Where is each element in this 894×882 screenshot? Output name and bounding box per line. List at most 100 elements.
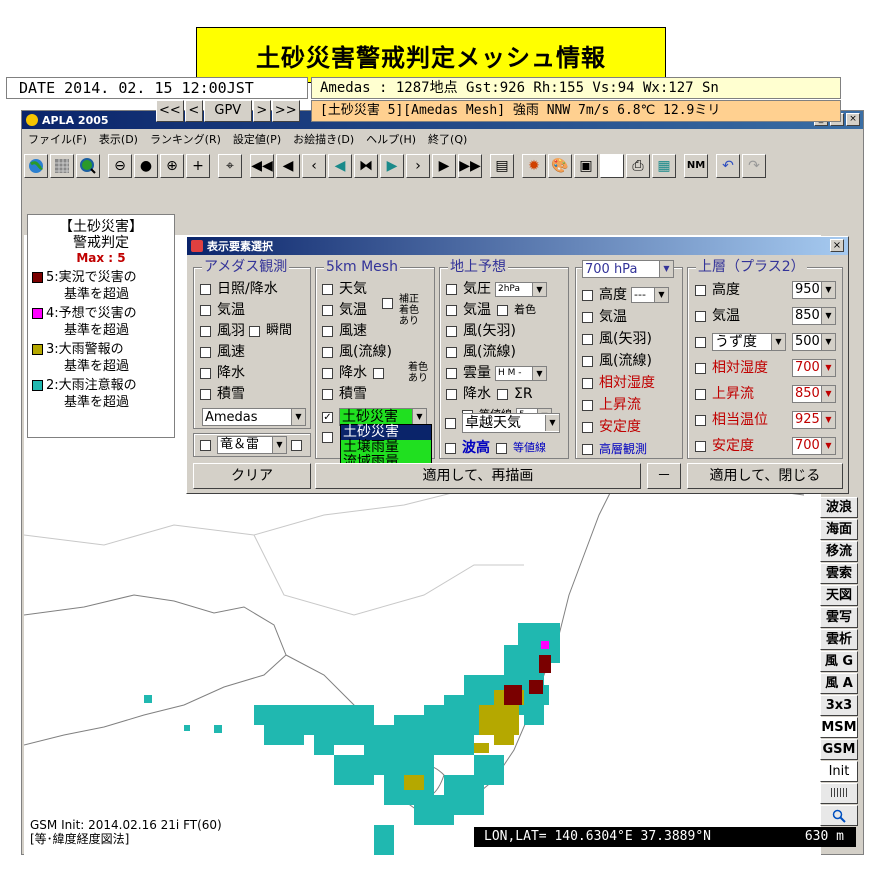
ground-pressure-checkbox[interactable]: 気圧 2hPa ▼	[446, 280, 547, 298]
sea-surface-button[interactable]: 海面	[820, 519, 858, 540]
mesh-correction-option[interactable]: 補正 着色 あり	[382, 294, 419, 327]
plus2-humidity-row[interactable]: 相対湿度 700 ▼	[695, 359, 836, 377]
gsm-button[interactable]: GSM	[820, 739, 858, 760]
plus2-vorticity-row[interactable]: うず度 ▼ 500 ▼	[695, 333, 836, 351]
cloud-search-button[interactable]: 雲索	[820, 563, 858, 584]
next-fast-icon[interactable]: ▶	[432, 154, 456, 178]
wave-button[interactable]: 波浪	[820, 497, 858, 518]
level-select[interactable]: 700 hPa ▼	[582, 260, 674, 278]
crosshair-icon[interactable]: ⌖	[218, 154, 242, 178]
amedas-sunshine-checkbox[interactable]: 日照/降水	[200, 280, 278, 298]
mesh-wind-stream-checkbox[interactable]: 風(流線)	[322, 343, 392, 361]
bars-button[interactable]: ||||||	[820, 783, 858, 804]
upper-stability-checkbox[interactable]: 安定度	[582, 418, 641, 436]
dropdown-option-soil-rain[interactable]: 土壌雨量	[341, 440, 431, 455]
close-button[interactable]: ×	[846, 113, 860, 126]
dropdown-option-sediment[interactable]: 土砂災害	[341, 425, 431, 440]
mesh-temp-checkbox[interactable]: 気温	[322, 301, 367, 319]
plus2-height-row[interactable]: 高度 950 ▼	[695, 281, 836, 299]
dialog-close-button[interactable]: ×	[830, 239, 844, 252]
menu-exit[interactable]: 終了(Q)	[422, 131, 473, 147]
ground-wind-barb-checkbox[interactable]: 風(矢羽)	[446, 322, 516, 340]
next-icon[interactable]: ›	[406, 154, 430, 178]
amedas-select[interactable]: Amedas ▼	[202, 408, 306, 426]
center-icon[interactable]: ⧓	[354, 154, 378, 178]
advection-button[interactable]: 移流	[820, 541, 858, 562]
last-icon[interactable]: ▶▶	[458, 154, 482, 178]
wind-a-button[interactable]: 風 A	[820, 673, 858, 694]
wind-g-button[interactable]: 風 G	[820, 651, 858, 672]
plus2-theta-row[interactable]: 相当温位 925 ▼	[695, 411, 836, 429]
prev-fast-icon[interactable]: ◀	[276, 154, 300, 178]
prev-icon[interactable]: ‹	[302, 154, 326, 178]
step-forward-icon[interactable]: ▶	[380, 154, 404, 178]
redo-icon[interactable]: ↷	[742, 154, 766, 178]
menu-view[interactable]: 表示(D)	[93, 131, 144, 147]
plus-icon[interactable]: +	[186, 154, 210, 178]
nm-icon[interactable]: NM	[684, 154, 708, 178]
settings-icon[interactable]: ✹	[522, 154, 546, 178]
amedas-precip-checkbox[interactable]: 降水	[200, 364, 245, 382]
apply-close-button[interactable]: 適用して、閉じる	[687, 463, 843, 489]
menu-drawing[interactable]: お絵描き(D)	[287, 131, 360, 147]
image-icon[interactable]: ▦	[652, 154, 676, 178]
amedas-wind-barb-checkbox[interactable]: 風羽 瞬間	[200, 322, 292, 340]
mesh-wind-speed-checkbox[interactable]: 風速	[322, 322, 367, 340]
minus-button[interactable]: －	[647, 463, 681, 489]
amedas-wind-speed-checkbox[interactable]: 風速	[200, 343, 245, 361]
minus-circle-icon[interactable]: ●	[134, 154, 158, 178]
grid-icon[interactable]	[50, 154, 74, 178]
cloud-analysis-button[interactable]: 雲析	[820, 629, 858, 650]
plus2-stability-row[interactable]: 安定度 700 ▼	[695, 437, 836, 455]
cloud-image-button[interactable]: 雲写	[820, 607, 858, 628]
palette-icon[interactable]: 🎨	[548, 154, 572, 178]
blank-icon[interactable]	[600, 154, 624, 178]
menu-file[interactable]: ファイル(F)	[22, 131, 93, 147]
zoom-out-icon[interactable]: ⊖	[108, 154, 132, 178]
search-globe-icon[interactable]	[76, 154, 100, 178]
apply-redraw-button[interactable]: 適用して、再描画	[315, 463, 641, 489]
msm-button[interactable]: MSM	[820, 717, 858, 738]
dialog-titlebar[interactable]: 表示要素選択	[187, 237, 848, 255]
menu-settings[interactable]: 設定値(P)	[227, 131, 287, 147]
init-button[interactable]: Init	[820, 761, 858, 782]
globe-icon[interactable]	[24, 154, 48, 178]
ground-temp-checkbox[interactable]: 気温 着色	[446, 301, 536, 319]
upper-temp-checkbox[interactable]: 気温	[582, 308, 627, 326]
upper-wind-barb-checkbox[interactable]: 風(矢羽)	[582, 330, 652, 348]
save-icon[interactable]: ▣	[574, 154, 598, 178]
weather-chart-button[interactable]: 天図	[820, 585, 858, 606]
upper-wind-stream-checkbox[interactable]: 風(流線)	[582, 352, 652, 370]
nav-first-button[interactable]: <<	[156, 100, 184, 122]
nav-last-button[interactable]: >>	[271, 100, 300, 122]
ground-precip-checkbox[interactable]: 降水 ΣR	[446, 385, 533, 403]
list-icon[interactable]: ▤	[490, 154, 514, 178]
menu-help[interactable]: ヘルプ(H)	[360, 131, 422, 147]
plus-circle-icon[interactable]: ⊕	[160, 154, 184, 178]
model-select[interactable]: GPV	[203, 100, 252, 122]
mesh-snow-checkbox[interactable]: 積雪	[322, 385, 367, 403]
grid-3x3-button[interactable]: 3x3	[820, 695, 858, 716]
lightning-checkbox[interactable]: 竜＆雷 ▼	[200, 436, 308, 454]
nav-prev-button[interactable]: <	[184, 100, 203, 122]
first-icon[interactable]: ◀◀	[250, 154, 274, 178]
plus2-temp-row[interactable]: 気温 850 ▼	[695, 307, 836, 325]
upper-obs-checkbox[interactable]: 高層観測	[582, 440, 647, 458]
mesh-precip-checkbox[interactable]: 降水	[322, 364, 390, 382]
nav-next-button[interactable]: >	[252, 100, 271, 122]
upper-humidity-checkbox[interactable]: 相対湿度	[582, 374, 655, 392]
menu-ranking[interactable]: ランキング(R)	[144, 131, 227, 147]
plus2-updraft-row[interactable]: 上昇流 850 ▼	[695, 385, 836, 403]
print-icon[interactable]: ⎙	[626, 154, 650, 178]
ground-wind-stream-checkbox[interactable]: 風(流線)	[446, 343, 516, 361]
upper-height-checkbox[interactable]: 高度 --- ▼	[582, 286, 669, 304]
amedas-snow-checkbox[interactable]: 積雪	[200, 385, 245, 403]
amedas-temp-checkbox[interactable]: 気温	[200, 301, 245, 319]
upper-updraft-checkbox[interactable]: 上昇流	[582, 396, 641, 414]
search-icon[interactable]	[820, 805, 858, 826]
mesh-weather-checkbox[interactable]: 天気	[322, 280, 367, 298]
undo-icon[interactable]: ↶	[716, 154, 740, 178]
clear-button[interactable]: クリア	[193, 463, 311, 489]
mesh-extra-checkbox[interactable]	[322, 432, 339, 443]
ground-cloud-checkbox[interactable]: 雲量 H M - ▼	[446, 364, 547, 382]
